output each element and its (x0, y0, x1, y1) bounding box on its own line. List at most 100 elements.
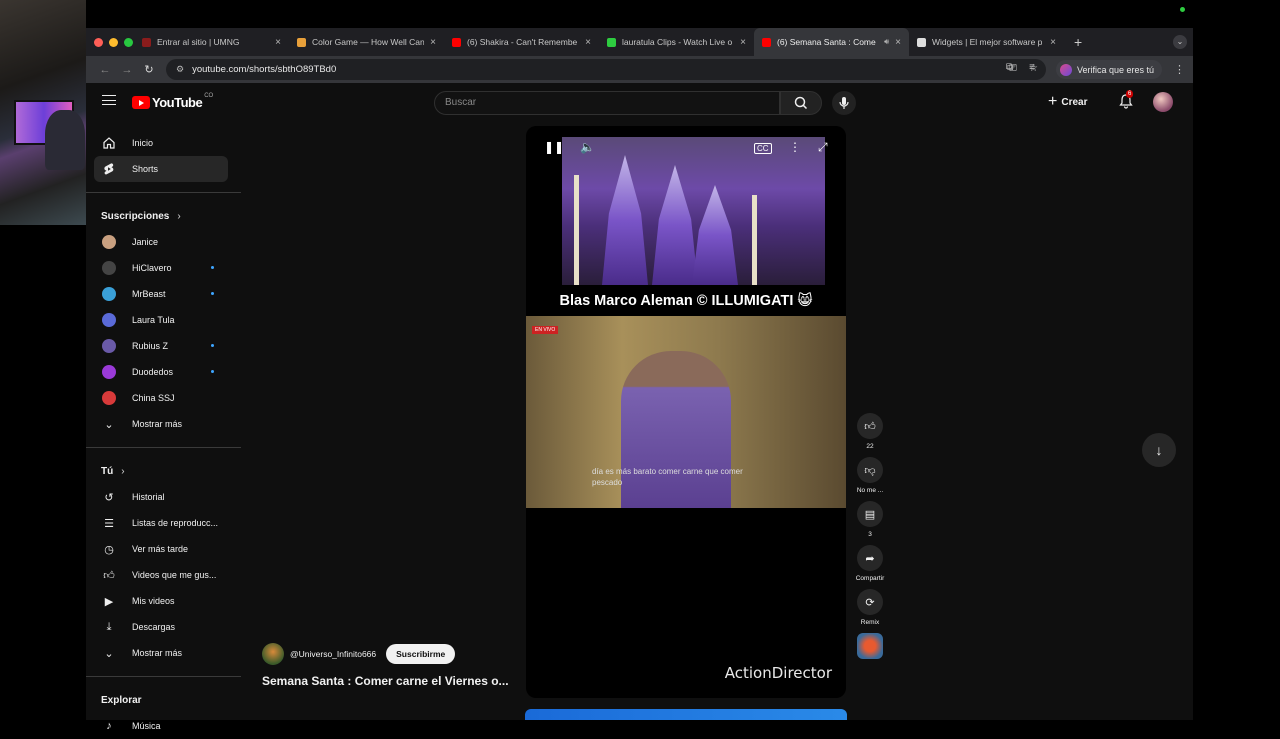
minimize-window-button[interactable] (109, 38, 118, 47)
channel-avatar[interactable] (262, 643, 284, 665)
tab-audio-icon[interactable]: 🔊︎ (884, 37, 889, 47)
voice-search-button[interactable] (832, 91, 856, 115)
account-avatar[interactable] (1153, 92, 1173, 112)
player-controls: ❚❚ 🔈 CC ⋮ ⤢ (526, 140, 846, 160)
sidebar-item-my-videos[interactable]: ▶Mis videos (86, 588, 242, 614)
url-field[interactable]: ⚙ youtube.com/shorts/sbthO89TBd0 ⎚ ☆ (166, 59, 1046, 80)
browser-tab[interactable]: lauratula Clips - Watch Live o× (599, 28, 754, 56)
sidebar-item-label: Listas de reproducc... (132, 518, 218, 528)
channel-avatar (102, 365, 116, 379)
tab-label: Entrar al sitio | UMNG (157, 37, 269, 47)
comments-button[interactable]: ▤ (857, 501, 883, 527)
close-window-button[interactable] (94, 38, 103, 47)
webcam-person (45, 110, 85, 170)
subscription-item[interactable]: HiClavero (86, 255, 242, 281)
sidebar-item-watch-later[interactable]: ◷Ver más tarde (86, 536, 242, 562)
search-input[interactable]: Buscar (434, 91, 780, 115)
channel-name[interactable]: @Universo_Infinito666 (290, 649, 376, 659)
next-short-button[interactable]: ↓ (1142, 433, 1176, 467)
show-more-you[interactable]: ⌄ Mostrar más (86, 640, 242, 666)
new-content-dot (211, 292, 214, 295)
more-options-icon[interactable]: ⋮ (789, 140, 801, 154)
fullscreen-icon[interactable]: ⤢ (818, 140, 828, 155)
menu-icon[interactable] (102, 95, 116, 105)
tab-label: Widgets | El mejor software p (932, 37, 1044, 47)
sidebar-item-label: Historial (132, 492, 165, 502)
thumbs-up-icon: 👍︎ (864, 420, 876, 433)
short-title[interactable]: Semana Santa : Comer carne el Viernes o.… (262, 674, 522, 688)
home-icon (102, 136, 116, 150)
tab-favicon-icon (142, 38, 151, 47)
chevron-right-icon: › (121, 466, 124, 477)
subscription-item[interactable]: China SSJ (86, 385, 242, 411)
subscribe-button[interactable]: Suscribirme (386, 644, 455, 664)
subscription-item[interactable]: Janice (86, 229, 242, 255)
browser-tab[interactable]: Widgets | El mejor software p × (909, 28, 1064, 56)
youtube-header: YouTube CO Buscar + Crear 6 (86, 83, 1193, 123)
tab-favicon-icon (607, 38, 616, 47)
browser-tab[interactable]: Entrar al sitio | UMNG × (134, 28, 289, 56)
subscription-item[interactable]: Laura Tula (86, 307, 242, 333)
subscription-item[interactable]: Duodedos (86, 359, 242, 385)
you-list: ↺Historial☰Listas de reproducc...◷Ver má… (86, 484, 242, 640)
tab-close-icon[interactable]: × (275, 37, 281, 48)
comment-count: 3 (850, 531, 890, 541)
browser-window: Entrar al sitio | UMNG×Color Game — How … (86, 28, 1193, 720)
verify-profile-button[interactable]: Verifica que eres tú (1056, 60, 1162, 79)
tab-close-icon[interactable]: × (895, 37, 901, 48)
youtube-logo[interactable]: YouTube CO (132, 95, 213, 110)
dislike-button[interactable]: 👎︎ (857, 457, 883, 483)
back-button[interactable]: ← (94, 64, 116, 76)
tab-favicon-icon (762, 38, 771, 47)
remix-button[interactable]: ⟳ (857, 589, 883, 615)
subscription-item[interactable]: MrBeast (86, 281, 242, 307)
short-video-player[interactable]: ❚❚ 🔈 CC ⋮ ⤢ Blas Marco Aleman © ILLUMIGA… (526, 126, 846, 698)
tab-close-icon[interactable]: × (585, 37, 591, 48)
sidebar-item-downloads[interactable]: ⤓Descargas (86, 614, 242, 640)
tab-search-icon[interactable]: ⌄ (1173, 35, 1187, 49)
sidebar-item-liked[interactable]: 👍︎Videos que me gus... (86, 562, 242, 588)
short-actions: 👍︎ 22 👎︎ No me ... ▤ 3 ➦ Compartir ⟳ Rem… (850, 413, 890, 659)
you-header[interactable]: Tú › (86, 458, 242, 484)
sidebar-item-music[interactable]: ♪ Música (86, 713, 242, 739)
captions-icon[interactable]: CC (754, 143, 772, 154)
media-control-icon[interactable]: ≡ (1029, 62, 1035, 73)
extensions-icon[interactable]: ⧉ (1006, 62, 1013, 73)
subscriptions-header[interactable]: Suscripciones › (86, 203, 242, 229)
share-icon: ➦ (865, 552, 874, 565)
show-more-label: Mostrar más (132, 419, 182, 429)
show-more-subscriptions[interactable]: ⌄ Mostrar más (86, 411, 242, 437)
share-button[interactable]: ➦ (857, 545, 883, 571)
you-title: Tú (101, 466, 113, 477)
browser-tab[interactable]: (6) Semana Santa : Come🔊︎× (754, 28, 909, 56)
browser-tab[interactable]: Color Game — How Well Can× (289, 28, 444, 56)
volume-icon[interactable]: 🔈 (580, 140, 595, 154)
sidebar-item-shorts[interactable]: Shorts (94, 156, 228, 182)
like-button[interactable]: 👍︎ (857, 413, 883, 439)
site-info-icon[interactable]: ⚙ (176, 64, 184, 75)
browser-menu-icon[interactable]: ⋮ (1174, 63, 1185, 76)
sidebar-item-home[interactable]: Inicio (86, 130, 242, 156)
subscriptions-title: Suscripciones (101, 211, 169, 222)
maximize-window-button[interactable] (124, 38, 133, 47)
next-short-preview[interactable] (525, 709, 847, 720)
subscription-label: MrBeast (132, 289, 166, 299)
subscription-item[interactable]: Rubius Z (86, 333, 242, 359)
tab-close-icon[interactable]: × (740, 37, 746, 48)
sidebar-item-playlists[interactable]: ☰Listas de reproducc... (86, 510, 242, 536)
notifications-button[interactable]: 6 (1118, 93, 1134, 109)
reload-button[interactable]: ↻ (138, 63, 160, 76)
tab-close-icon[interactable]: × (1050, 37, 1056, 48)
forward-button[interactable]: → (116, 64, 138, 76)
pause-icon[interactable]: ❚❚ (544, 140, 564, 154)
sound-channel-thumbnail[interactable] (857, 633, 883, 659)
create-button[interactable]: + Crear (1048, 93, 1087, 111)
like-count: 22 (850, 443, 890, 453)
tab-close-icon[interactable]: × (430, 37, 436, 48)
share-label: Compartir (850, 575, 890, 585)
search-button[interactable] (780, 91, 822, 115)
browser-tab[interactable]: (6) Shakira - Can't Remembe× (444, 28, 599, 56)
sidebar-item-history[interactable]: ↺Historial (86, 484, 242, 510)
new-tab-button[interactable]: + (1074, 34, 1082, 50)
watermark: ActionDirector (725, 664, 832, 682)
